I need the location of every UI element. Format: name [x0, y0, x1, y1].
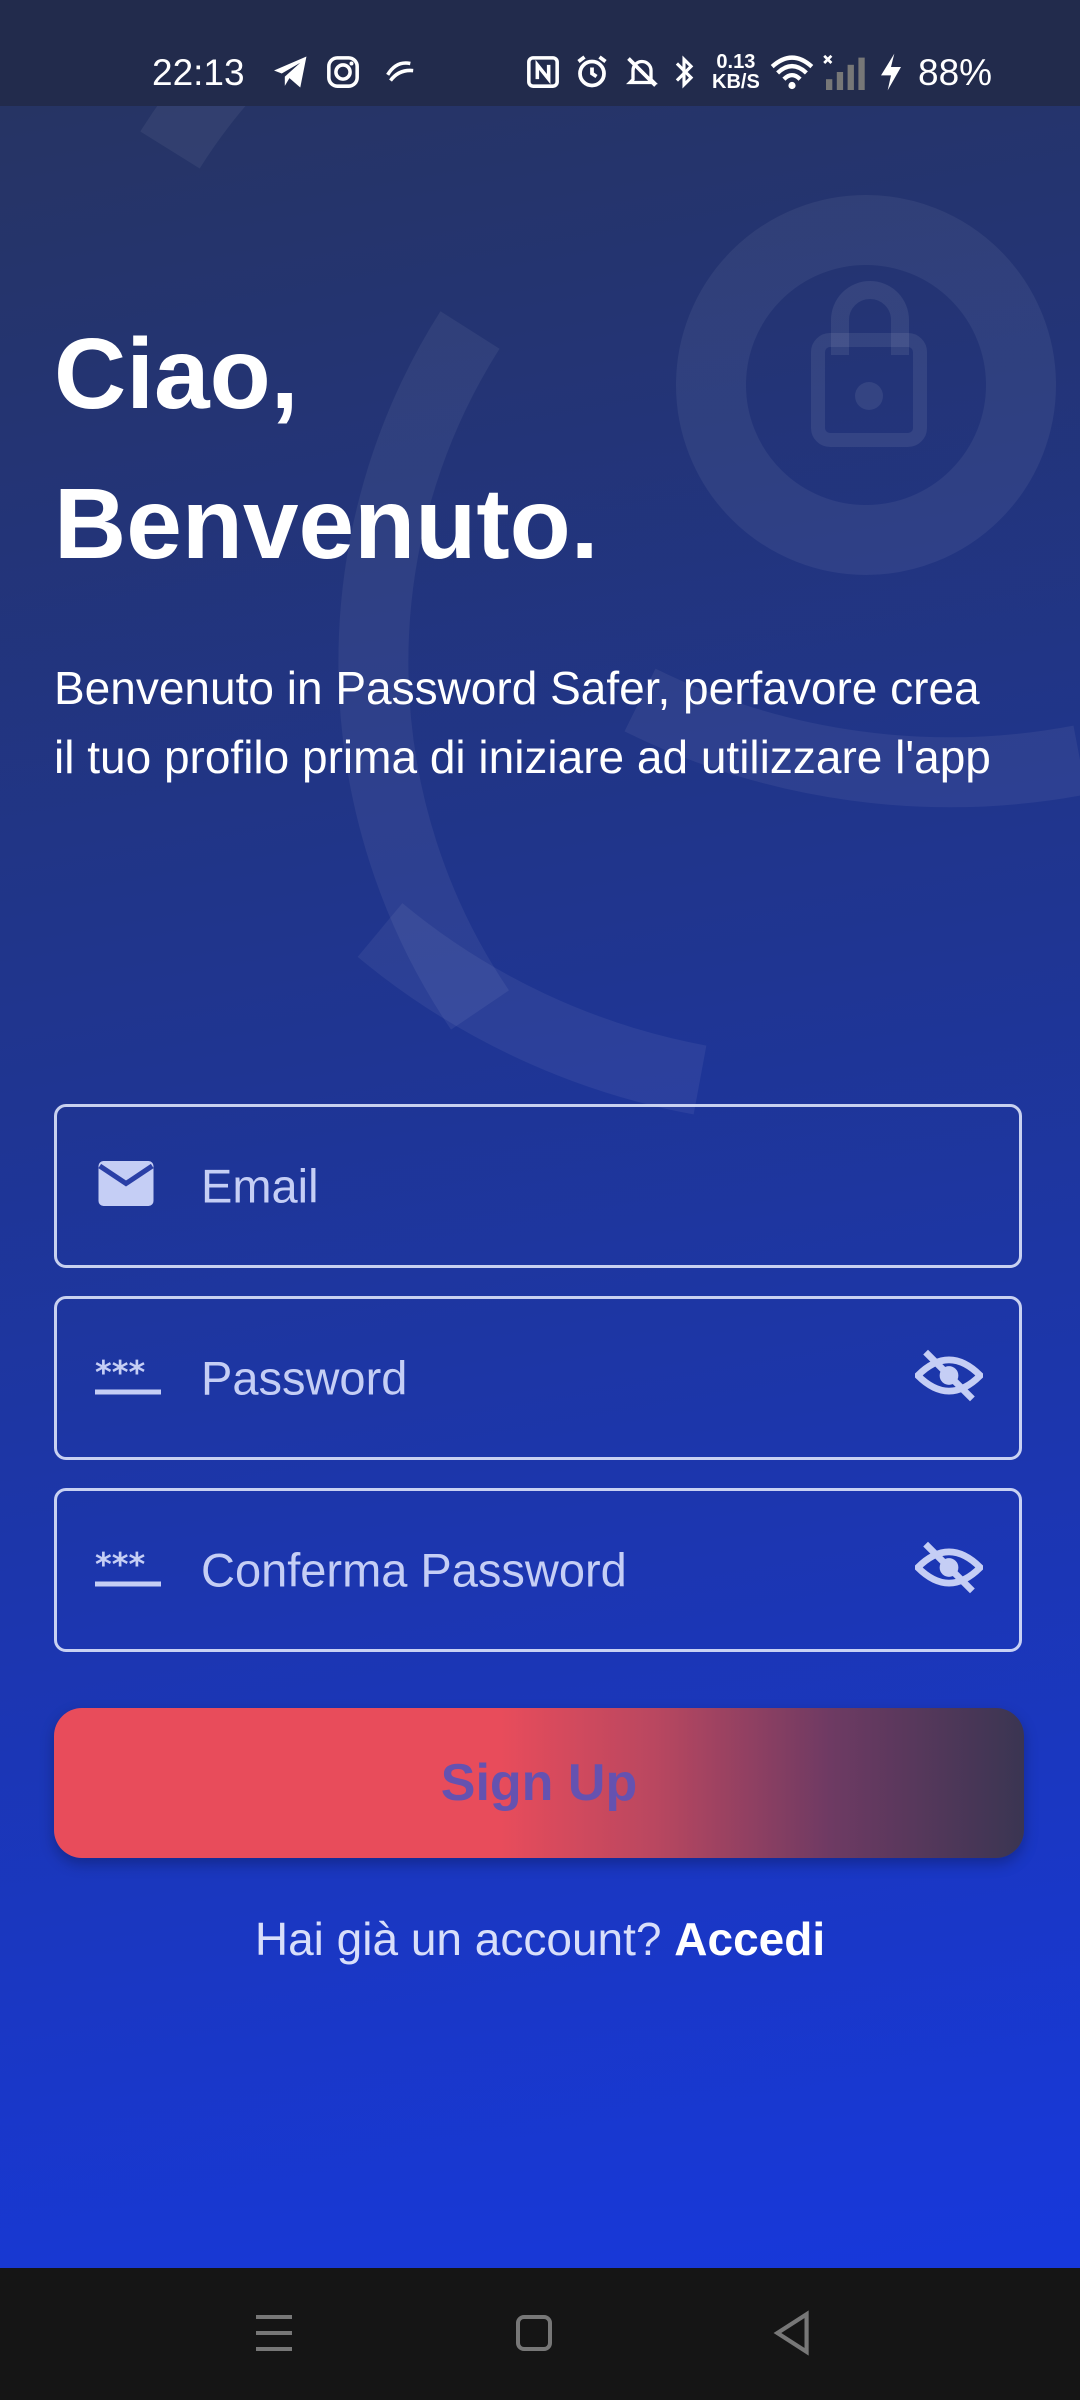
login-link[interactable]: Accedi [674, 1913, 825, 1965]
password-placeholder: Password [201, 1351, 408, 1405]
signal-icon [822, 50, 866, 94]
nfc-icon [526, 50, 560, 94]
email-field[interactable]: Email [54, 1104, 1022, 1268]
toggle-visibility-icon[interactable] [913, 1541, 985, 1599]
email-placeholder: Email [201, 1159, 319, 1213]
back-icon[interactable] [770, 2308, 814, 2363]
password-field[interactable]: *** Password [54, 1296, 1022, 1460]
password-dots-icon: *** [95, 1546, 161, 1593]
greeting-line-1: Ciao, [54, 318, 299, 430]
password-dots-icon: *** [95, 1354, 161, 1401]
login-prompt: Hai già un account? Accedi [0, 1912, 1080, 1966]
battery-level: 88% [918, 52, 993, 93]
intro-text: Benvenuto in Password Safer, perfavore c… [54, 662, 991, 783]
instagram-icon [326, 50, 360, 94]
charging-icon [876, 50, 906, 94]
svg-text:***: *** [95, 1548, 145, 1584]
chat-icon [382, 50, 416, 94]
login-prompt-text: Hai già un account? [254, 1913, 662, 1965]
alarm-icon [574, 50, 610, 94]
status-bar: 22:13 0.13 KB/S 88% [0, 0, 1080, 106]
signup-button[interactable]: Sign Up [54, 1708, 1024, 1858]
toggle-visibility-icon[interactable] [913, 1349, 985, 1407]
svg-text:***: *** [95, 1356, 145, 1392]
network-speed-value: 0.13 [716, 51, 756, 73]
network-speed-unit: KB/S [712, 71, 760, 93]
signup-button-label: Sign Up [440, 1754, 638, 1812]
app-screen: 22:13 0.13 KB/S 88% Ciao, Benvenuto. Ben… [0, 0, 1080, 2268]
wifi-icon [770, 50, 814, 94]
system-nav-bar [0, 2268, 1080, 2400]
menu-icon[interactable] [254, 2308, 294, 2363]
mute-icon [624, 50, 660, 94]
bluetooth-icon [672, 50, 696, 94]
mail-icon [95, 1159, 157, 1214]
confirm-password-field[interactable]: *** Conferma Password [54, 1488, 1022, 1652]
home-icon[interactable] [514, 2308, 554, 2363]
status-time: 22:13 [152, 52, 245, 93]
confirm-password-placeholder: Conferma Password [201, 1543, 627, 1597]
network-speed: 0.13 KB/S [712, 52, 760, 92]
greeting-line-2: Benvenuto. [54, 468, 599, 580]
telegram-icon [272, 50, 310, 94]
